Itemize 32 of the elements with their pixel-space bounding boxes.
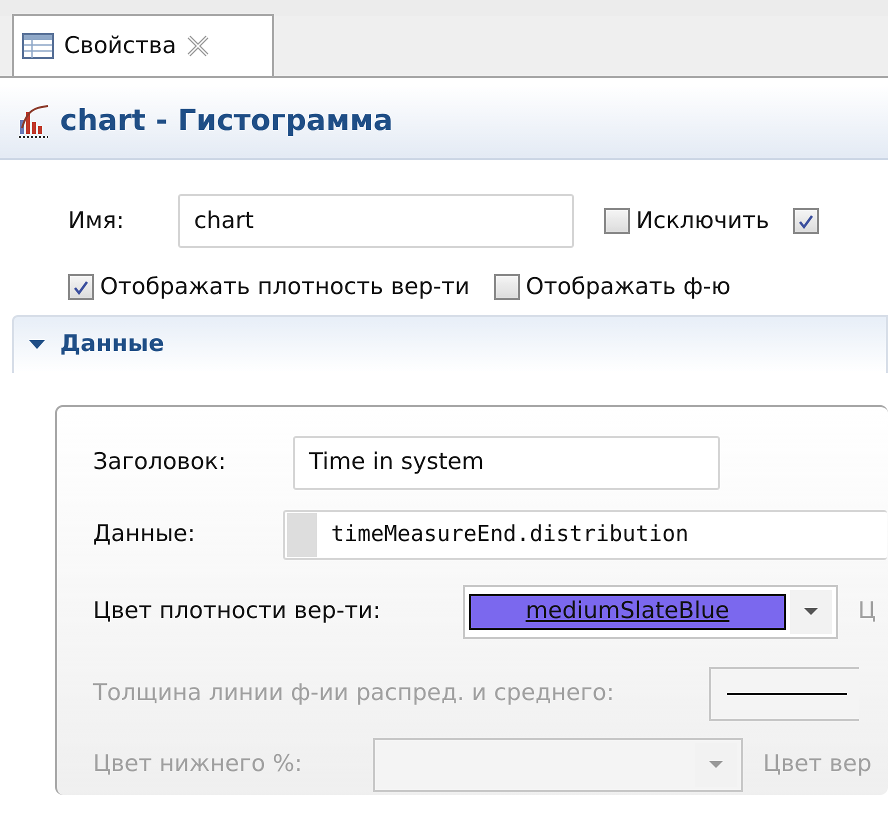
title-field[interactable]: Time in system (293, 436, 720, 490)
checkbox-label: Отображать ф-ю (526, 273, 731, 302)
checkbox[interactable] (793, 208, 820, 234)
checkbox-label: Отображать плотность вер-ти (100, 273, 470, 302)
field-marker (287, 512, 317, 556)
line-sample-icon (727, 692, 847, 696)
field-label: Заголовок: (93, 448, 228, 478)
field-label: Цвет вер (763, 750, 872, 780)
checkbox[interactable] (68, 274, 94, 300)
field-label: Данные: (93, 520, 196, 550)
panel-title: chart - Гистограмма (60, 102, 393, 140)
color-dropdown[interactable]: mediumSlateBlue (463, 584, 838, 638)
checkbox[interactable] (604, 208, 630, 234)
color-value: mediumSlateBlue (469, 594, 786, 630)
close-icon[interactable] (186, 34, 210, 58)
check-icon (797, 212, 816, 230)
name-field[interactable]: chart (178, 194, 574, 248)
field-label: Ц (858, 597, 876, 626)
properties-tab[interactable]: Свойства (12, 14, 274, 76)
field-label: Толщина линии ф-ии распред. и среднего: (93, 679, 616, 708)
caret-icon (804, 608, 818, 615)
checkbox[interactable] (494, 274, 520, 300)
field-label: Цвет нижнего %: (93, 750, 304, 780)
histogram-icon (18, 104, 50, 138)
field-label: Имя: (68, 206, 126, 236)
section-header[interactable]: Данные (12, 314, 888, 372)
table-icon (22, 33, 54, 59)
checkbox-label: Исключить (636, 206, 770, 236)
check-icon (72, 278, 90, 296)
field-label: Цвет плотности вер-ти: (93, 597, 382, 626)
caret-icon (709, 761, 723, 768)
data-field[interactable]: timeMeasureEnd.distribution (283, 510, 887, 560)
